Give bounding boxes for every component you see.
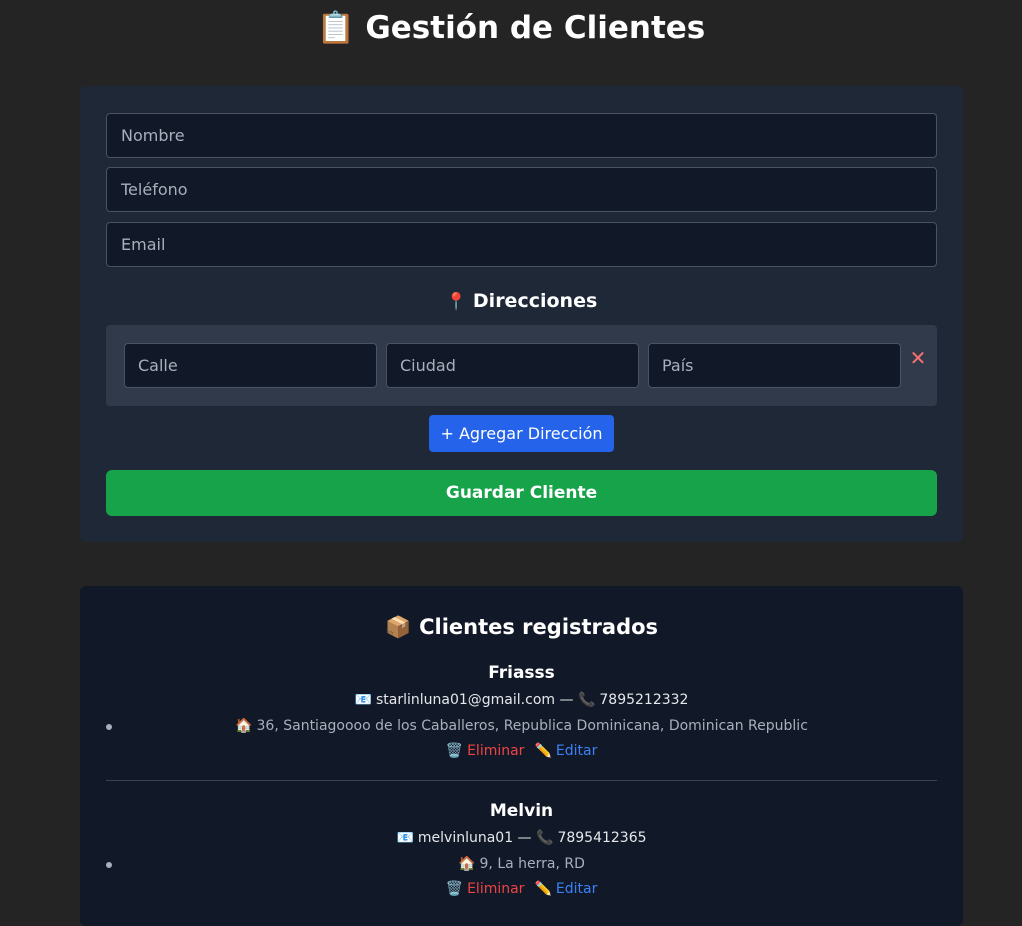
phone-icon: 📞 bbox=[577, 692, 596, 708]
delete-label: Eliminar bbox=[467, 881, 525, 897]
telefono-input[interactable] bbox=[106, 167, 937, 212]
client-address: 🏠 9, La herra, RD bbox=[106, 854, 937, 874]
delete-client-button[interactable]: 🗑️ Eliminar bbox=[446, 743, 525, 759]
phone-icon: 📞 bbox=[536, 830, 554, 846]
home-icon: 🏠 bbox=[458, 856, 476, 872]
mail-icon: 📧 bbox=[354, 692, 372, 708]
remove-address-button[interactable]: ✕ bbox=[907, 344, 929, 372]
client-contact: 📧 starlinluna01@gmail.com — 📞 7895212332 bbox=[106, 690, 937, 710]
trash-icon: 🗑️ bbox=[445, 743, 464, 759]
client-contact: 📧 melvinluna01 — 📞 7895412365 bbox=[106, 828, 937, 848]
clients-list-title-text: Clientes registrados bbox=[419, 615, 659, 639]
edit-label: Editar bbox=[555, 881, 598, 897]
delete-client-button[interactable]: 🗑️ Eliminar bbox=[446, 881, 525, 897]
clipboard-icon: 📋 bbox=[316, 10, 356, 46]
client-form-panel: 📍Direcciones ✕ + Agregar Dirección Guard… bbox=[80, 86, 963, 542]
page-title-text: Gestión de Clientes bbox=[365, 10, 706, 46]
client-address-text: 36, Santiagoooo de los Caballeros, Repub… bbox=[256, 718, 808, 734]
addresses-heading-text: Direcciones bbox=[472, 290, 598, 312]
clients-list-title: 📦 Clientes registrados bbox=[80, 612, 963, 642]
pin-icon: 📍 bbox=[445, 292, 467, 312]
client-phone: 7895412365 bbox=[557, 830, 647, 846]
mail-icon: 📧 bbox=[396, 830, 414, 846]
nombre-input[interactable] bbox=[106, 113, 937, 158]
pencil-icon: ✏️ bbox=[534, 743, 552, 759]
client-divider bbox=[106, 780, 937, 781]
contact-separator: — bbox=[513, 830, 537, 846]
edit-label: Editar bbox=[555, 743, 598, 759]
client-address-text: 9, La herra, RD bbox=[479, 856, 585, 872]
client-name: Melvin bbox=[489, 801, 554, 821]
ciudad-input[interactable] bbox=[386, 343, 639, 388]
client-name: Friasss bbox=[488, 663, 555, 683]
edit-client-button[interactable]: ✏️ Editar bbox=[534, 881, 597, 897]
client-email: melvinluna01 bbox=[417, 830, 514, 846]
client-phone: 7895212332 bbox=[599, 692, 689, 708]
pencil-icon: ✏️ bbox=[534, 881, 552, 897]
client-actions: 🗑️ Eliminar ✏️ Editar bbox=[106, 879, 937, 899]
close-icon: ✕ bbox=[909, 346, 927, 370]
package-icon: 📦 bbox=[384, 615, 412, 639]
save-client-button[interactable]: Guardar Cliente bbox=[106, 470, 937, 516]
page-title: 📋 Gestión de Clientes bbox=[0, 8, 1022, 48]
contact-separator: — bbox=[555, 692, 578, 708]
calle-input[interactable] bbox=[124, 343, 377, 388]
trash-icon: 🗑️ bbox=[445, 881, 464, 897]
client-actions: 🗑️ Eliminar ✏️ Editar bbox=[106, 741, 937, 761]
email-input[interactable] bbox=[106, 222, 937, 267]
client-email: starlinluna01@gmail.com bbox=[375, 692, 556, 708]
add-address-button[interactable]: + Agregar Dirección bbox=[429, 415, 614, 452]
home-icon: 🏠 bbox=[235, 718, 253, 734]
address-row: ✕ bbox=[106, 325, 937, 406]
pais-input[interactable] bbox=[648, 343, 901, 388]
edit-client-button[interactable]: ✏️ Editar bbox=[534, 743, 597, 759]
delete-label: Eliminar bbox=[467, 743, 525, 759]
clients-list-panel: 📦 Clientes registrados Friasss 📧 starlinlu… bbox=[80, 586, 963, 926]
client-address: 🏠 36, Santiagoooo de los Caballeros, Repu… bbox=[106, 716, 937, 736]
addresses-heading: 📍 Direcciones bbox=[80, 286, 963, 317]
